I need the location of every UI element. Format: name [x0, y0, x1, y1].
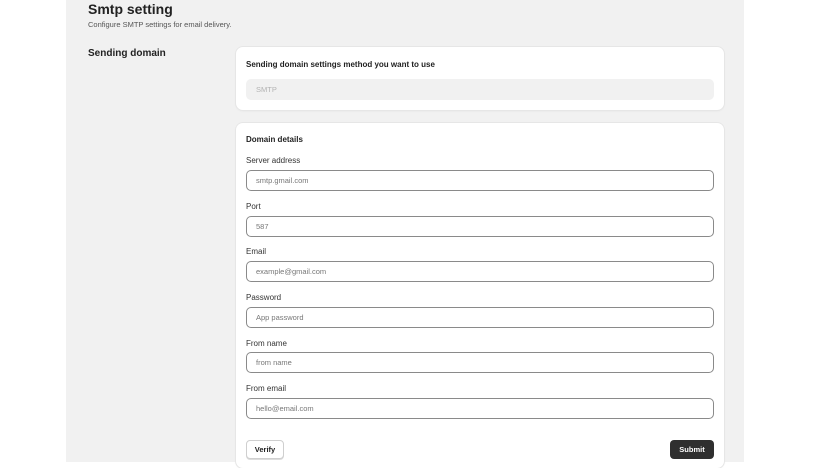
sending-method-select[interactable]: SMTP [246, 79, 714, 100]
verify-button[interactable]: Verify [246, 440, 284, 459]
domain-details-heading: Domain details [246, 135, 303, 144]
port-label: Port [246, 202, 261, 211]
server-address-input[interactable] [246, 170, 714, 191]
sending-method-card: Sending domain settings method you want … [236, 47, 724, 110]
sending-method-heading: Sending domain settings method you want … [246, 60, 435, 69]
server-address-label: Server address [246, 156, 301, 165]
email-input[interactable] [246, 261, 714, 282]
from-email-input[interactable] [246, 398, 714, 419]
email-label: Email [246, 247, 267, 256]
password-label: Password [246, 293, 282, 302]
password-input[interactable] [246, 307, 714, 328]
submit-button[interactable]: Submit [670, 440, 714, 459]
page-title: Smtp setting [88, 1, 173, 17]
domain-details-card: Domain details Server address Port Email… [236, 123, 724, 468]
from-email-label: From email [246, 384, 287, 393]
page-subtitle: Configure SMTP settings for email delive… [88, 20, 232, 29]
port-input[interactable] [246, 216, 714, 237]
from-name-input[interactable] [246, 352, 714, 373]
settings-page: Smtp setting Configure SMTP settings for… [66, 0, 744, 468]
from-name-label: From name [246, 339, 287, 348]
section-label-sending-domain: Sending domain [88, 48, 166, 59]
